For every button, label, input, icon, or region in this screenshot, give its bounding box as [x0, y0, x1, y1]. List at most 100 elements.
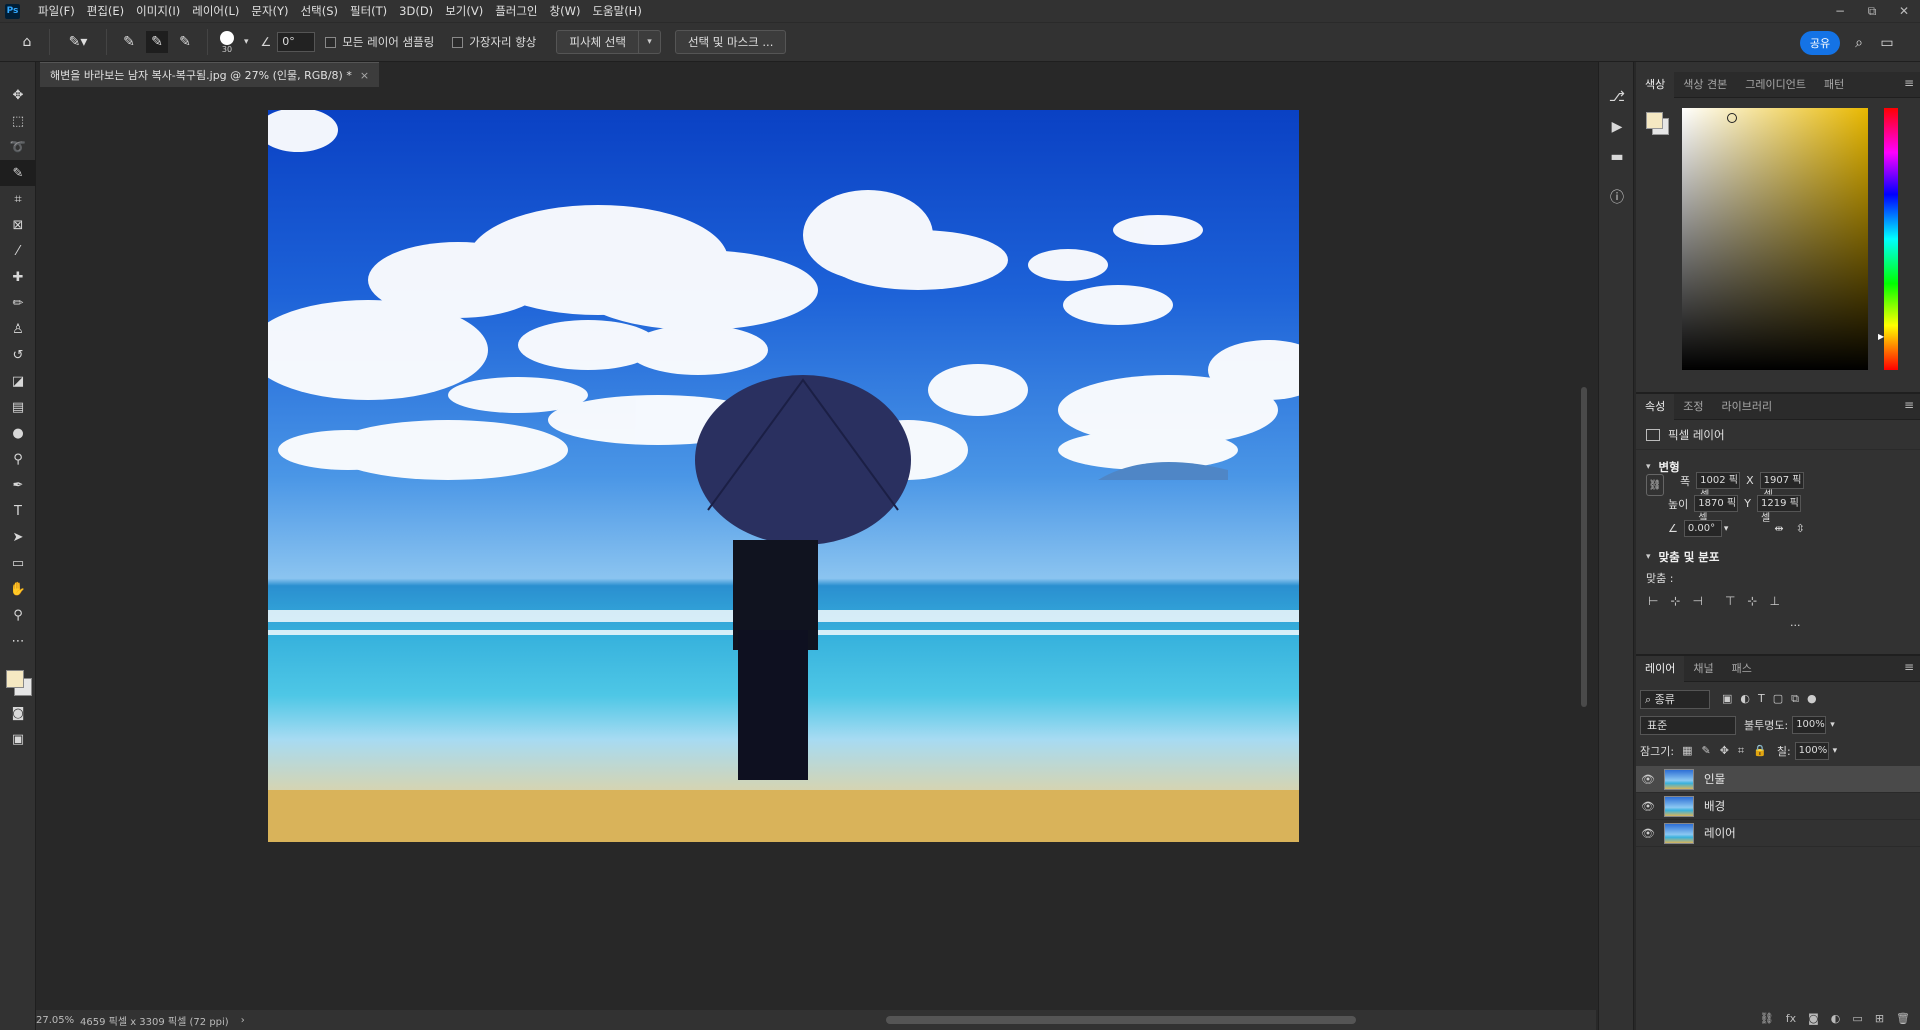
- hand-tool-icon[interactable]: ✋: [0, 576, 36, 602]
- flip-horizontal-icon[interactable]: ⇹: [1774, 522, 1783, 535]
- menu-layer[interactable]: 레이어(L): [186, 0, 245, 22]
- rectangle-tool-icon[interactable]: ▭: [0, 550, 36, 576]
- tab-layers[interactable]: 레이어: [1636, 655, 1685, 682]
- color-picker-marker[interactable]: [1727, 113, 1737, 123]
- adjustment-layer-icon[interactable]: ◐: [1831, 1012, 1841, 1025]
- quick-selection-tool-icon[interactable]: ✎: [0, 160, 36, 186]
- horizontal-scrollbar[interactable]: [266, 1010, 1586, 1030]
- move-tool-icon[interactable]: ✥: [0, 82, 36, 108]
- tool-preset-icon[interactable]: ✎▾: [61, 31, 95, 53]
- beach-photo[interactable]: [268, 110, 1299, 842]
- share-button[interactable]: 공유: [1800, 31, 1840, 55]
- close-icon[interactable]: ×: [360, 69, 369, 82]
- height-field[interactable]: 1870 픽셀: [1694, 495, 1739, 524]
- subtract-selection-icon[interactable]: ✎: [174, 31, 196, 53]
- add-to-selection-icon[interactable]: ✎: [146, 31, 168, 53]
- layer-filter-select[interactable]: ⌕ 종류: [1640, 689, 1710, 709]
- align-top-icon[interactable]: ⊤: [1725, 594, 1735, 608]
- more-tools-icon[interactable]: ⋯: [0, 628, 36, 654]
- canvas-area[interactable]: [36, 87, 1576, 1010]
- filter-type-icon[interactable]: T: [1758, 692, 1765, 706]
- comments-icon[interactable]: ▬: [1599, 142, 1635, 172]
- menu-edit[interactable]: 편집(E): [81, 0, 130, 22]
- x-field[interactable]: 1907 픽셀: [1759, 472, 1804, 501]
- new-layer-icon[interactable]: ⊞: [1875, 1012, 1884, 1025]
- tab-patterns[interactable]: 패턴: [1815, 72, 1853, 98]
- menu-view[interactable]: 보기(V): [439, 0, 489, 22]
- pen-tool-icon[interactable]: ✒: [0, 472, 36, 498]
- layer-row[interactable]: 👁 레이어: [1636, 820, 1920, 847]
- align-right-icon[interactable]: ⊣: [1693, 594, 1703, 608]
- clone-stamp-tool-icon[interactable]: ♙: [0, 316, 36, 342]
- zoom-tool-icon[interactable]: ⚲: [0, 602, 36, 628]
- tab-paths[interactable]: 패스: [1723, 656, 1761, 682]
- chevron-down-icon[interactable]: ▾: [1833, 746, 1838, 756]
- chevron-down-icon[interactable]: ▾: [1724, 524, 1729, 534]
- lock-position-icon[interactable]: ✥: [1720, 744, 1729, 758]
- history-icon[interactable]: ⎇: [1599, 82, 1635, 112]
- chevron-right-icon[interactable]: ›: [241, 1015, 245, 1026]
- chevron-down-icon[interactable]: ▾: [1830, 720, 1835, 730]
- lock-transparent-icon[interactable]: ▦: [1682, 744, 1692, 758]
- visibility-eye-icon[interactable]: 👁: [1636, 800, 1660, 813]
- align-bottom-icon[interactable]: ⊥: [1769, 594, 1779, 608]
- menu-type[interactable]: 문자(Y): [245, 0, 294, 22]
- more-options-icon[interactable]: ...: [1790, 616, 1801, 629]
- tab-adjustments[interactable]: 조정: [1674, 394, 1712, 420]
- add-mask-icon[interactable]: ◙: [1808, 1012, 1819, 1025]
- dodge-tool-icon[interactable]: ⚲: [0, 446, 36, 472]
- filter-smart-object-icon[interactable]: ⧉: [1791, 692, 1799, 706]
- align-section-header[interactable]: ▾ 맞춤 및 분포: [1636, 546, 1920, 568]
- filter-toggle-icon[interactable]: ●: [1807, 692, 1817, 706]
- enhance-edge-checkbox[interactable]: 가장자리 향상: [452, 34, 536, 50]
- y-field[interactable]: 1219 픽셀: [1756, 495, 1801, 524]
- lock-image-icon[interactable]: ✎: [1701, 744, 1710, 758]
- angle-input[interactable]: 0°: [277, 32, 316, 52]
- select-subject-button[interactable]: 피사체 선택: [556, 30, 639, 54]
- color-field[interactable]: [1682, 108, 1868, 370]
- workspace-icon[interactable]: ▭: [1876, 32, 1898, 54]
- layer-row[interactable]: 👁 배경: [1636, 793, 1920, 820]
- marquee-tool-icon[interactable]: ⬚: [0, 108, 36, 134]
- select-subject-dropdown[interactable]: ▾: [638, 30, 661, 54]
- filter-pixel-icon[interactable]: ▣: [1722, 692, 1732, 706]
- link-dimensions-icon[interactable]: ⛓: [1646, 474, 1664, 496]
- delete-layer-icon[interactable]: 🗑: [1896, 1012, 1910, 1025]
- lasso-tool-icon[interactable]: ➰: [0, 134, 36, 160]
- frame-tool-icon[interactable]: ⊠: [0, 212, 36, 238]
- lock-all-icon[interactable]: 🔒: [1753, 744, 1767, 758]
- width-field[interactable]: 1002 픽셀: [1696, 472, 1741, 501]
- layer-row[interactable]: 👁 인물: [1636, 766, 1920, 793]
- menu-image[interactable]: 이미지(I): [130, 0, 186, 22]
- blur-tool-icon[interactable]: ●: [0, 420, 36, 446]
- search-icon[interactable]: ⌕: [1848, 32, 1870, 54]
- home-icon[interactable]: ⌂: [16, 31, 38, 53]
- type-tool-icon[interactable]: T: [0, 498, 36, 524]
- chevron-down-icon[interactable]: ▾: [244, 37, 249, 47]
- flip-vertical-icon[interactable]: ⇳: [1796, 522, 1805, 535]
- visibility-eye-icon[interactable]: 👁: [1636, 773, 1660, 786]
- close-window-button[interactable]: ✕: [1888, 0, 1920, 22]
- menu-help[interactable]: 도움말(H): [586, 0, 647, 22]
- actions-play-icon[interactable]: ▶: [1599, 112, 1635, 142]
- sample-all-layers-checkbox[interactable]: 모든 레이어 샘플링: [325, 34, 434, 50]
- opacity-field[interactable]: 100%: [1792, 716, 1827, 734]
- fill-field[interactable]: 100%: [1794, 742, 1829, 760]
- gradient-tool-icon[interactable]: ▤: [0, 394, 36, 420]
- hue-slider-marker-icon[interactable]: ▶: [1878, 332, 1884, 341]
- panel-menu-icon[interactable]: ≡: [1904, 660, 1914, 674]
- vertical-scrollbar[interactable]: [1576, 87, 1592, 1010]
- tab-gradients[interactable]: 그레이디언트: [1736, 72, 1815, 98]
- screen-mode-icon[interactable]: ▣: [0, 726, 36, 752]
- menu-plugins[interactable]: 플러그인: [489, 0, 543, 22]
- menu-filter[interactable]: 필터(T): [344, 0, 393, 22]
- panel-menu-icon[interactable]: ≡: [1904, 76, 1914, 90]
- document-tab[interactable]: 해변을 바라보는 남자 복사-복구됨.jpg @ 27% (인물, RGB/8)…: [40, 62, 380, 87]
- visibility-eye-icon[interactable]: 👁: [1636, 827, 1660, 840]
- align-middle-icon[interactable]: ⊹: [1747, 594, 1757, 608]
- history-brush-tool-icon[interactable]: ↺: [0, 342, 36, 368]
- menu-select[interactable]: 선택(S): [295, 0, 344, 22]
- select-and-mask-button[interactable]: 선택 및 마스크 ...: [674, 30, 787, 54]
- vertical-scroll-thumb[interactable]: [1581, 387, 1587, 707]
- eyedropper-tool-icon[interactable]: ⁄: [0, 238, 36, 264]
